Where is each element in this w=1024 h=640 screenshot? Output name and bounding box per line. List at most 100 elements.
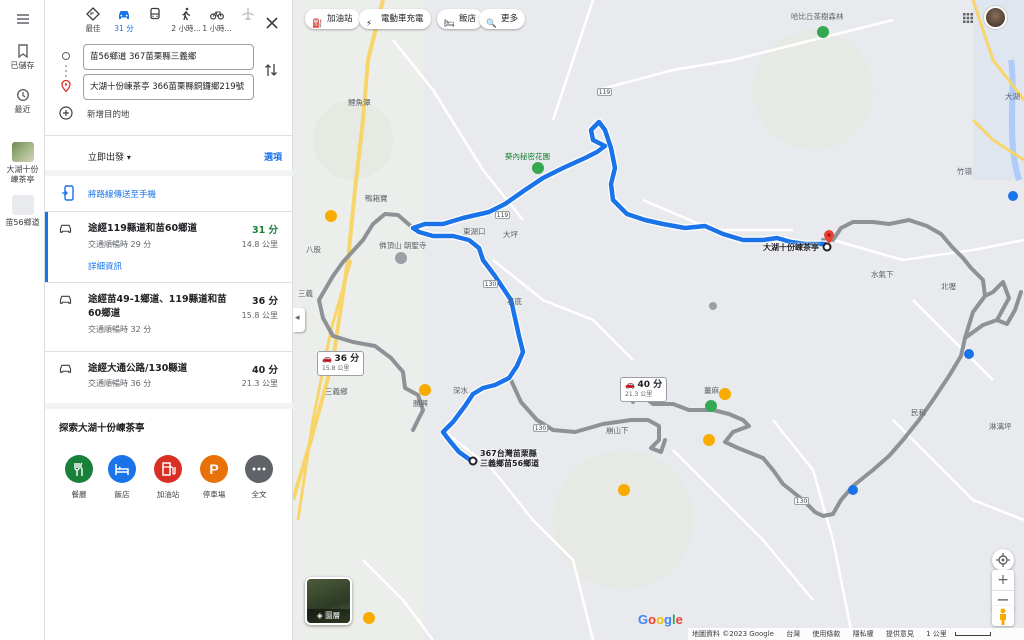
explore-gas[interactable]: 加油站 [148,455,188,500]
primary-route-line[interactable] [410,119,828,465]
layers-button[interactable]: ◈ 圖層 [305,577,352,625]
route-distance: 21.3 公里 [241,379,278,388]
mode-driving[interactable]: 31 分 [109,5,139,34]
destination-pin-icon [61,80,71,92]
layers-text: 圖層 [325,611,341,620]
route-shield: 130 [533,424,548,432]
alt-route-time: 36 分 [334,354,360,364]
explore-more[interactable]: 全文 [239,455,279,500]
details-link[interactable]: 詳細資訊 [88,260,122,272]
start-point[interactable] [468,456,478,466]
chip-gas[interactable]: ⛽ 加油站 [305,9,360,29]
map-data-credit: 地圖資料 ©2023 Google [692,630,774,638]
close-icon[interactable] [263,14,281,32]
mode-cycling[interactable]: 1 小時... [202,7,232,34]
depart-now-dropdown[interactable]: 立即出發 ▾ [88,150,131,163]
recent-button[interactable]: 最近 [0,88,45,115]
route-time: 31 分 [251,225,278,236]
map-label-garden: 葵內秘密花園 [505,152,550,161]
collapse-panel-button[interactable]: ◂ [293,308,305,332]
route-option-3[interactable]: 途經大通公路/130縣道 40 分 交通順暢時 36 分 21.3 公里 [45,352,293,402]
explore-label: 全文 [251,490,267,499]
bookmark-icon [17,44,28,58]
add-destination-button[interactable]: 新增目的地 [57,104,257,124]
apps-grid-icon[interactable] [963,12,973,23]
region-label[interactable]: 台灣 [786,630,800,638]
recent-place-1[interactable]: 大湖十份 崠茶亭 [0,142,45,185]
chip-hotels[interactable]: 🛏 飯店 [437,9,484,29]
car-icon [119,11,129,19]
map-label-huxi: 東湖口 [463,227,486,236]
hotel-icon [108,455,136,483]
map-label-temple: 佛頂山 朝聖寺 [379,241,427,250]
mode-best[interactable]: 最佳 [78,7,108,34]
map-label-xinglong: 竹嶺 [957,167,972,176]
parking-icon: P [200,455,228,483]
explore-parking[interactable]: P 停車場 [194,455,234,500]
send-to-phone-button[interactable]: 將路線傳送至手機 [57,184,287,204]
privacy-link[interactable]: 隱私權 [853,630,874,638]
recent-place-2-label: 苗56鄉道 [5,218,40,227]
origin-input[interactable]: 苗56鄉道 367苗栗縣三義鄉 [83,44,254,70]
scale-label[interactable]: 1 公里 [926,630,947,638]
saved-button[interactable]: 已儲存 [0,44,45,71]
map-label-lianshanxia: 崩山下 [606,426,629,435]
menu-button[interactable] [0,12,45,29]
route-shield: 130 [483,280,498,288]
chip-label: 加油站 [327,14,353,24]
swap-icon[interactable] [264,62,278,78]
map-svg[interactable] [293,0,1024,640]
route-shield: 119 [597,88,612,96]
my-location-button[interactable] [992,549,1014,571]
explore-restaurants[interactable]: 餐廳 [59,455,99,500]
zoom-in-button[interactable]: + [992,570,1014,590]
mode-transit[interactable] [140,7,170,23]
add-destination-label: 新增目的地 [87,110,130,120]
map-canvas[interactable]: ⛽ 加油站 ⚡ 電動車充電 🛏 飯店 🔍 更多 哈比丘茶樹森林 葵內秘密花園 佛頂山 朝… [293,0,1024,640]
section-divider [45,170,293,176]
diamond-route-icon [86,7,100,21]
route-time: 36 分 [251,296,278,307]
route-title: 途經苗49-1鄉道、119縣道和苗60鄉道 [88,294,227,319]
more-dots-icon [245,455,273,483]
terms-link[interactable]: 使用條款 [812,630,840,638]
map-label-minhe: 民和 [911,408,926,417]
options-button[interactable]: 選項 [264,150,282,163]
chip-ev-charging[interactable]: ⚡ 電動車充電 [359,9,431,29]
walk-icon [182,7,191,21]
alt-route-distance: 21.3 公里 [625,391,653,398]
end-point[interactable] [822,242,832,252]
route-option-2[interactable]: 途經苗49-1鄉道、119縣道和苗60鄉道 36 分 交通順暢時 32 分 15… [45,283,293,351]
recent-place-2[interactable]: 苗56鄉道 [0,195,45,228]
alt-route-box-2[interactable]: 🚗 40 分 21.3 公里 [620,377,668,402]
svg-text:P: P [209,461,218,477]
route-time: 40 分 [251,365,278,376]
send-to-phone-label: 將路線傳送至手機 [88,190,157,200]
recent-label: 最近 [14,105,31,114]
car-icon [59,224,72,233]
bus-icon [150,7,160,20]
route-dots [65,70,67,72]
mode-walking[interactable]: 2 小時... [171,7,201,34]
bike-icon [210,11,224,20]
feedback-link[interactable]: 提供意見 [886,630,914,638]
street-view-pegman[interactable] [992,606,1014,626]
map-footer: 地圖資料 ©2023 Google 台灣 使用條款 隱私權 提供意見 1 公里 [688,628,1024,640]
explore-label: 飯店 [114,490,130,499]
mode-cycling-label: 1 小時... [202,24,232,33]
avatar[interactable] [984,6,1007,29]
route-distance: 14.8 公里 [241,240,278,249]
chip-more[interactable]: 🔍 更多 [479,9,526,29]
my-location-icon [996,553,1010,567]
destination-input[interactable]: 大湖十份崠茶亭 366苗栗縣銅鑼鄉219號 [83,74,254,100]
explore-hotels[interactable]: 飯店 [102,455,142,500]
place-thumbnail [11,142,34,162]
map-label-shenshui: 深水 [453,386,468,395]
alt-route-box-1[interactable]: 🚗 36 分 15.8 公里 [317,351,365,376]
mode-walking-label: 2 小時... [171,24,201,33]
explore-title: 探索大湖十份崠茶亭 [59,423,145,434]
route-option-1[interactable]: 途經119縣道和苗60鄉道 31 分 交通順暢時 29 分 14.8 公里 詳細… [45,212,293,282]
map-label-dapi: 大坪 [503,230,518,239]
mode-best-label: 最佳 [85,24,101,33]
mode-flight[interactable] [233,7,263,23]
